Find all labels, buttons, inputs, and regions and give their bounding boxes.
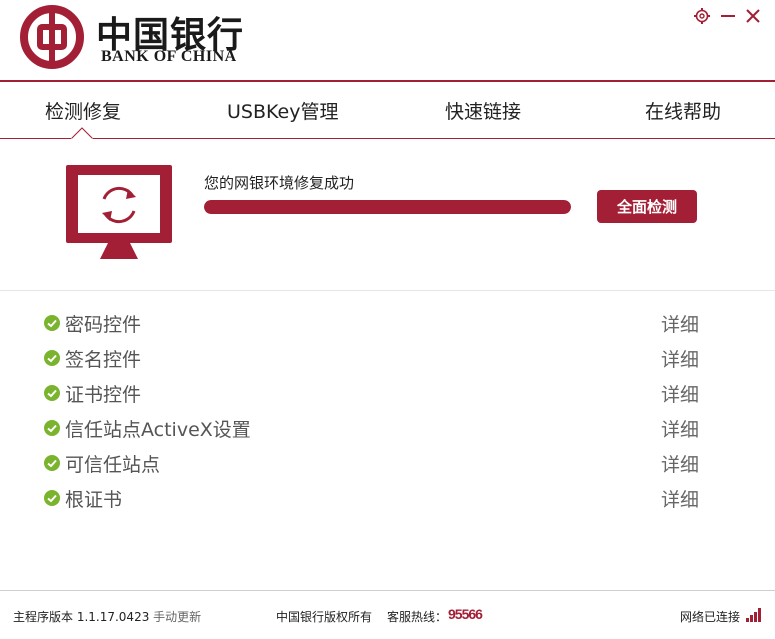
- network-status: 网络已连接: [680, 610, 741, 624]
- check-circle-icon: [44, 315, 60, 331]
- section-divider: [0, 290, 775, 291]
- list-item: 证书控件 详细: [44, 374, 744, 409]
- active-tab-indicator-icon: [71, 127, 93, 140]
- monitor-repair-icon: [66, 165, 172, 259]
- version-label: 主程序版本 1.1.17.0423: [13, 610, 150, 624]
- detail-link[interactable]: 详细: [661, 380, 699, 407]
- status-message: 您的网银环境修复成功: [204, 174, 355, 192]
- minimize-button[interactable]: [718, 6, 738, 26]
- check-item-label: 根证书: [65, 489, 123, 511]
- list-item: 签名控件 详细: [44, 339, 744, 374]
- settings-icon: [694, 8, 710, 24]
- list-item: 根证书 详细: [44, 479, 744, 514]
- check-item-label: 签名控件: [65, 349, 142, 371]
- check-item-label: 证书控件: [65, 384, 142, 406]
- main-tabs: 检测修复 USBKey管理 快速链接 在线帮助: [0, 82, 775, 139]
- tab-quick-links[interactable]: 快速链接: [445, 97, 521, 124]
- close-icon: [746, 9, 760, 23]
- list-item: 密码控件 详细: [44, 304, 744, 339]
- list-item: 可信任站点 详细: [44, 444, 744, 479]
- detail-link[interactable]: 详细: [661, 345, 699, 372]
- check-circle-icon: [44, 420, 60, 436]
- network-signal-icon: [746, 608, 761, 622]
- check-circle-icon: [44, 455, 60, 471]
- check-item-label: 密码控件: [65, 314, 142, 336]
- check-item-label: 信任站点ActiveX设置: [65, 419, 251, 441]
- list-item: 信任站点ActiveX设置 详细: [44, 409, 744, 444]
- check-circle-icon: [44, 490, 60, 506]
- check-list: 密码控件 详细 签名控件 详细 证书控件 详细 信任站点ActiveX设置 详细…: [44, 304, 744, 514]
- brand-name-en: BANK OF CHINA: [101, 48, 237, 65]
- repair-progress-fill: [204, 200, 571, 214]
- hotline-number: 95566: [448, 606, 483, 622]
- copyright-text: 中国银行版权所有: [276, 610, 373, 624]
- detail-link[interactable]: 详细: [661, 415, 699, 442]
- check-item-label: 可信任站点: [65, 454, 161, 476]
- app-header: 中国银行 BANK OF CHINA: [0, 0, 775, 82]
- check-circle-icon: [44, 350, 60, 366]
- tab-detect-repair[interactable]: 检测修复: [45, 97, 121, 124]
- settings-button[interactable]: [692, 6, 712, 26]
- check-circle-icon: [44, 385, 60, 401]
- minimize-icon: [721, 15, 735, 17]
- bank-of-china-logo-icon: [20, 5, 84, 69]
- full-scan-button[interactable]: 全面检测: [597, 190, 697, 223]
- manual-update-link[interactable]: 手动更新: [153, 610, 201, 624]
- detail-link[interactable]: 详细: [661, 310, 699, 337]
- tab-online-help[interactable]: 在线帮助: [645, 97, 721, 124]
- close-button[interactable]: [743, 6, 763, 26]
- hotline-label: 客服热线：: [387, 610, 448, 624]
- repair-progress-bar: [204, 200, 571, 214]
- detail-link[interactable]: 详细: [661, 450, 699, 477]
- status-footer: 主程序版本 1.1.17.0423 手动更新 中国银行版权所有 客服热线： 95…: [0, 590, 775, 639]
- tab-usbkey-manage[interactable]: USBKey管理: [227, 97, 338, 124]
- detail-link[interactable]: 详细: [661, 485, 699, 512]
